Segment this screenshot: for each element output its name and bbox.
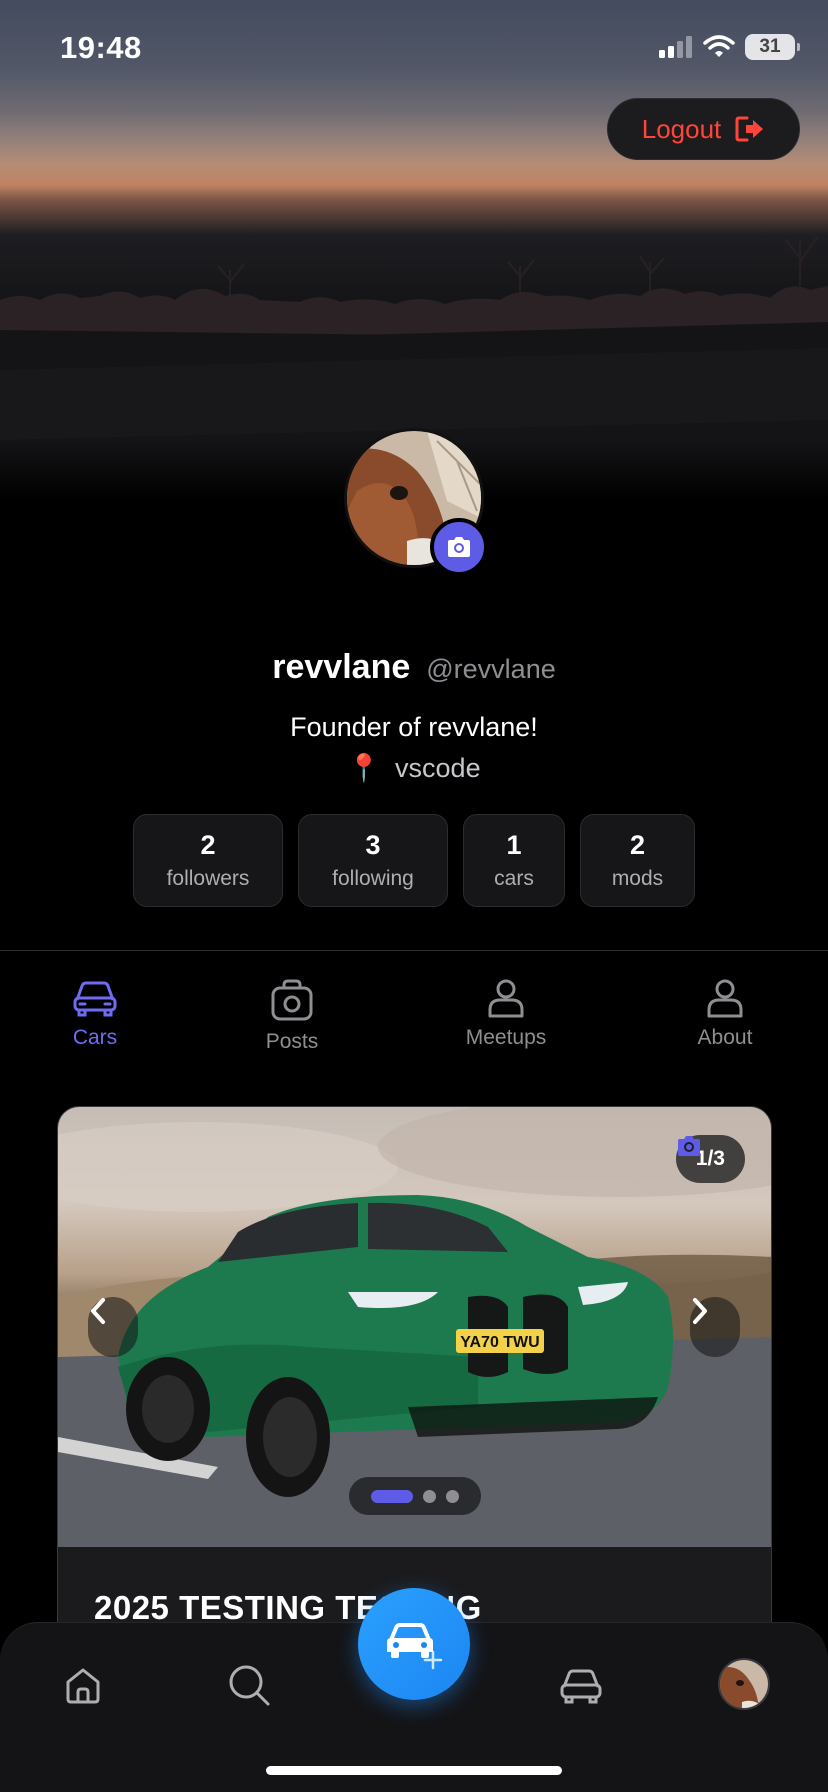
battery-indicator: 31 (745, 34, 800, 60)
garage-icon (560, 1669, 602, 1704)
stat-label: mods (611, 867, 664, 890)
tab-label: Meetups (465, 1026, 547, 1049)
section-divider (0, 950, 828, 951)
stat-value: 3 (365, 830, 381, 860)
pin-icon: 📍 (347, 753, 382, 783)
stat-label: followers (166, 867, 250, 890)
logout-label: Logout (641, 113, 722, 144)
cover-photo (0, 0, 828, 500)
search-icon (229, 1665, 270, 1706)
nav-profile-avatar[interactable] (718, 1658, 770, 1710)
stat-mods[interactable]: 2 mods (580, 814, 695, 907)
car-icon (73, 981, 117, 1017)
person-icon (488, 979, 524, 1018)
location-label: vscode (395, 752, 481, 783)
tab-about[interactable]: About (655, 978, 795, 1050)
change-avatar-button[interactable] (430, 518, 488, 576)
add-car-button[interactable] (358, 1588, 470, 1700)
stat-followers[interactable]: 2 followers (133, 814, 283, 907)
pagination-dot[interactable] (446, 1489, 459, 1503)
stat-label: following (332, 867, 414, 890)
car-photo[interactable]: YA70 TWU 1/3 (58, 1107, 771, 1547)
photo-pagination (349, 1477, 481, 1515)
tab-label: Posts (265, 1030, 319, 1053)
camera-bag-icon (271, 979, 313, 1021)
add-car-icon (387, 1623, 443, 1670)
status-icons: 31 (659, 34, 800, 60)
nav-garage[interactable] (556, 1660, 606, 1710)
stat-value: 1 (506, 830, 522, 860)
tab-label: Cars (72, 1026, 118, 1049)
pagination-dot[interactable] (423, 1489, 436, 1503)
stat-cars[interactable]: 1 cars (463, 814, 565, 907)
camera-icon (448, 537, 470, 557)
stat-value: 2 (200, 830, 216, 860)
nav-home[interactable] (58, 1660, 108, 1710)
nav-search[interactable] (224, 1660, 274, 1710)
profile-bio: Founder of revvlane! (290, 712, 538, 742)
stat-label: cars (494, 867, 534, 890)
wifi-icon (703, 35, 735, 57)
license-plate: YA70 TWU (460, 1334, 539, 1351)
previous-photo-button[interactable] (88, 1297, 138, 1357)
username-handle: @revvlane (426, 654, 556, 684)
stat-following[interactable]: 3 following (298, 814, 448, 907)
status-time: 19:48 (60, 30, 142, 65)
signal-icon (659, 36, 692, 58)
logout-icon (735, 116, 764, 142)
photo-counter: 1/3 (675, 1135, 745, 1183)
tab-meetups[interactable]: Meetups (436, 978, 576, 1050)
tab-posts[interactable]: Posts (222, 978, 362, 1054)
camera-icon (677, 1136, 700, 1156)
tab-cars[interactable]: Cars (25, 978, 165, 1050)
tab-label: About (697, 1026, 753, 1049)
chevron-right-icon (693, 1298, 707, 1324)
profile-name-row: revvlane @revvlane (0, 648, 828, 687)
profile-location: 📍 vscode (0, 752, 828, 784)
stat-value: 2 (629, 830, 646, 860)
home-icon (66, 1668, 100, 1704)
person-icon (707, 979, 743, 1018)
home-indicator (266, 1766, 562, 1775)
pagination-dot-active[interactable] (371, 1489, 413, 1503)
next-photo-button[interactable] (690, 1297, 740, 1357)
chevron-left-icon (91, 1298, 105, 1324)
display-name: revvlane (272, 648, 411, 686)
logout-button[interactable]: Logout (607, 98, 800, 160)
